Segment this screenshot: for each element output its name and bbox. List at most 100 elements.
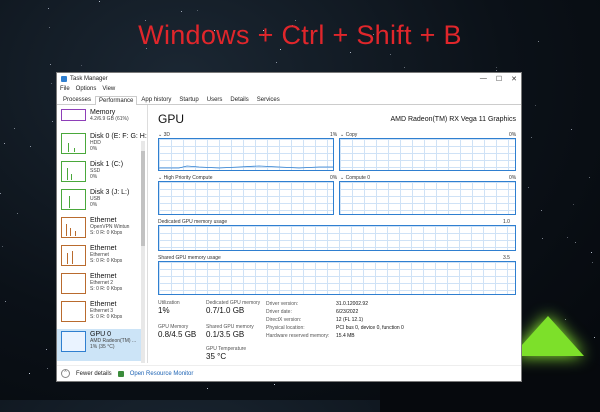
sidebar-item-label: GPU 0 — [90, 331, 112, 338]
sidebar-item-detail: S: 0 R: 0 Kbps — [90, 258, 123, 264]
tab-performance[interactable]: Performance — [95, 96, 138, 105]
star — [0, 193, 1, 194]
details-value: 6/23/2022 — [336, 309, 359, 315]
star — [390, 54, 391, 55]
tab-bar: Processes Performance App history Startu… — [57, 93, 521, 105]
sidebar-scrollbar[interactable] — [141, 141, 145, 363]
sidebar-item-detail: 1% (35 °C) — [90, 344, 115, 350]
disk-thumbnail — [61, 133, 86, 154]
star — [2, 246, 3, 247]
menu-file[interactable]: File — [60, 86, 70, 92]
tab-processes[interactable]: Processes — [59, 95, 95, 104]
sidebar-item-detail: 0% — [90, 146, 98, 152]
star — [528, 187, 529, 188]
minimize-icon[interactable]: — — [480, 75, 487, 83]
sidebar-item-detail: S: 0 R: 0 Kbps — [90, 286, 123, 292]
star — [48, 8, 49, 9]
sidebar-item-disk-1[interactable]: Disk 1 (C:) SSD 0% — [61, 161, 123, 182]
disk-thumbnail — [61, 161, 86, 182]
star — [50, 64, 51, 65]
menu-options[interactable]: Options — [76, 86, 97, 92]
gpu-memory-stat: GPU Memory 0.8/4.5 GB — [158, 324, 196, 339]
details-value: PCI bus 0, device 0, function 0 — [336, 325, 404, 331]
engine-compute-graph — [339, 181, 516, 215]
sidebar-item-label: Ethernet — [90, 301, 117, 308]
tab-app-history[interactable]: App history — [137, 95, 175, 104]
performance-sidebar: Memory 4.2/6.9 GB (61%) Disk 0 (E: F: G:… — [57, 105, 148, 363]
star — [496, 70, 497, 71]
task-manager-icon — [61, 75, 67, 82]
star — [47, 368, 48, 369]
star — [567, 237, 568, 238]
maximize-icon[interactable]: ☐ — [496, 75, 502, 83]
fewer-details-link[interactable]: Fewer details — [76, 371, 112, 377]
details-value: 12 (FL 12.1) — [336, 317, 364, 323]
chevron-up-icon[interactable]: ⌃ — [61, 369, 70, 378]
menu-bar: File Options View — [57, 84, 521, 93]
tab-services[interactable]: Services — [253, 95, 284, 104]
scrollbar-thumb[interactable] — [141, 151, 145, 246]
sidebar-item-ethernet-4[interactable]: Ethernet Ethernet 3 S: 0 R: 0 Kbps — [61, 301, 122, 322]
star — [274, 384, 275, 385]
sidebar-item-detail: S: 0 R: 0 Kbps — [90, 314, 123, 320]
dedicated-memory-stat: Dedicated GPU memory 0.7/1.0 GB — [206, 300, 260, 315]
task-manager-window: Task Manager — ☐ ✕ File Options View Pro… — [56, 72, 522, 382]
shared-memory-stat: Shared GPU memory 0.1/3.5 GB — [206, 324, 254, 339]
tab-details[interactable]: Details — [226, 95, 252, 104]
tab-startup[interactable]: Startup — [175, 95, 202, 104]
gpu-panel: GPU AMD Radeon(TM) RX Vega 11 Graphics ⌄… — [154, 108, 518, 361]
sidebar-item-detail: 4.2/6.9 GB (61%) — [90, 116, 129, 122]
ethernet-thumbnail — [61, 273, 86, 294]
ethernet-thumbnail — [61, 245, 86, 266]
tab-users[interactable]: Users — [203, 95, 227, 104]
sidebar-item-ethernet-1[interactable]: Ethernet OpenVPN Wintun S: 0 R: 0 Kbps — [61, 217, 129, 238]
sidebar-item-ethernet-3[interactable]: Ethernet Ethernet 2 S: 0 R: 0 Kbps — [61, 273, 122, 294]
shortcut-caption: Windows + Ctrl + Shift + B — [138, 20, 462, 50]
gpu-temperature-stat: GPU Temperature 35 °C — [206, 346, 246, 361]
sidebar-item-label: Ethernet — [90, 245, 117, 252]
memory-thumbnail — [61, 109, 86, 121]
sidebar-item-label: Memory — [90, 109, 116, 116]
disk-thumbnail — [61, 189, 86, 210]
engine-3d-graph — [158, 138, 334, 171]
utilization-stat: Utilization 1% — [158, 300, 180, 315]
menu-view[interactable]: View — [102, 86, 115, 92]
dedicated-memory-stat-value: 0.7/1.0 GB — [206, 306, 245, 315]
title-bar: Task Manager — ☐ ✕ — [57, 73, 521, 84]
sidebar-item-label: Ethernet — [90, 217, 117, 224]
sidebar-item-detail: 0% — [90, 174, 98, 180]
star — [496, 67, 497, 68]
star — [46, 349, 47, 350]
sidebar-item-gpu-0[interactable]: GPU 0 AMD Radeon(TM) ... 1% (35 °C) — [57, 329, 143, 361]
open-resource-monitor-link[interactable]: Open Resource Monitor — [130, 371, 194, 377]
star — [81, 65, 82, 66]
shared-memory-graph — [158, 261, 516, 295]
gpu-thumbnail — [61, 331, 86, 352]
sidebar-item-ethernet-2[interactable]: Ethernet Ethernet S: 0 R: 0 Kbps — [61, 245, 122, 266]
star — [29, 373, 30, 374]
details-key: Driver version: — [266, 301, 299, 307]
engine-copy-graph — [339, 138, 516, 171]
ethernet-thumbnail — [61, 301, 86, 322]
star — [5, 301, 6, 302]
star — [51, 83, 52, 84]
sidebar-item-disk-3[interactable]: Disk 3 (J: L:) USB 0% — [61, 189, 129, 210]
shared-memory-stat-value: 0.1/3.5 GB — [206, 330, 245, 339]
star — [207, 388, 208, 389]
star — [197, 10, 198, 11]
sidebar-item-label: Ethernet — [90, 273, 117, 280]
dedicated-memory-graph — [158, 225, 516, 251]
sidebar-item-memory[interactable]: Memory 4.2/6.9 GB (61%) — [61, 109, 129, 122]
details-key: Driver date: — [266, 309, 292, 315]
window-title: Task Manager — [70, 75, 108, 82]
star — [404, 67, 405, 68]
close-icon[interactable]: ✕ — [511, 75, 517, 83]
gpu-temperature-value: 35 °C — [206, 352, 227, 361]
page-title: GPU — [158, 112, 185, 126]
star — [4, 143, 5, 144]
sidebar-item-disk-0[interactable]: Disk 0 (E: F: G: H: HDD 0% — [61, 133, 147, 154]
engine-3d-usage-line — [159, 165, 333, 169]
gpu-model-name: AMD Radeon(TM) RX Vega 11 Graphics — [390, 116, 516, 123]
star — [591, 252, 592, 253]
star — [573, 204, 574, 205]
